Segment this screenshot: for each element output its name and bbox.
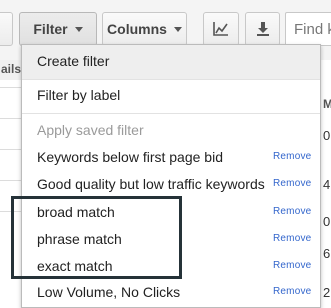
remove-filter-link[interactable]: Remove: [273, 178, 311, 189]
table-cell-partial: 0(: [323, 128, 331, 143]
create-filter-item[interactable]: Create filter: [22, 45, 320, 79]
row-divider: [0, 118, 22, 119]
download-icon: [256, 22, 269, 36]
partial-button[interactable]: [0, 12, 13, 46]
row-divider: [0, 180, 22, 181]
annotation-highlight-frame: [11, 196, 182, 279]
table-cell-partial: 2(: [323, 285, 331, 300]
columns-button[interactable]: Columns: [102, 12, 187, 46]
saved-filter-name[interactable]: Low Volume, No Clicks: [37, 284, 180, 300]
filter-button-label: Filter: [33, 21, 68, 37]
row-divider: [0, 149, 22, 150]
remove-filter-link[interactable]: Remove: [273, 260, 311, 271]
download-button[interactable]: [245, 12, 280, 46]
table-cell-partial: 0(: [323, 214, 331, 229]
saved-filter-name[interactable]: Good quality but low traffic keywords: [37, 176, 265, 192]
table-cell-partial: 4(: [323, 177, 331, 192]
chart-button[interactable]: [203, 12, 239, 46]
filter-button[interactable]: Filter: [19, 12, 97, 46]
saved-filter-item[interactable]: Low Volume, No Clicks Remove: [22, 284, 320, 308]
line-chart-icon: [213, 22, 228, 36]
table-header-partial-right: M: [323, 97, 331, 111]
saved-filter-item[interactable]: Keywords below first page bid Remove: [22, 149, 320, 176]
apply-saved-filter-header: Apply saved filter: [37, 122, 144, 138]
columns-button-label: Columns: [107, 21, 167, 37]
remove-filter-link[interactable]: Remove: [273, 206, 311, 217]
dropdown-caret-icon: [173, 26, 182, 32]
saved-filter-name[interactable]: Keywords below first page bid: [37, 149, 223, 165]
remove-filter-link[interactable]: Remove: [273, 151, 311, 162]
menu-divider: [22, 113, 320, 114]
remove-filter-link[interactable]: Remove: [273, 286, 311, 297]
dropdown-caret-icon: [74, 26, 83, 32]
filter-by-label-item[interactable]: Filter by label: [22, 87, 320, 103]
table-cell-partial: 6(: [323, 246, 331, 261]
remove-filter-link[interactable]: Remove: [273, 233, 311, 244]
row-divider: [0, 87, 22, 88]
menu-divider: [22, 79, 320, 80]
search-input[interactable]: Find k: [285, 12, 331, 46]
table-header-partial: ails: [0, 60, 22, 80]
